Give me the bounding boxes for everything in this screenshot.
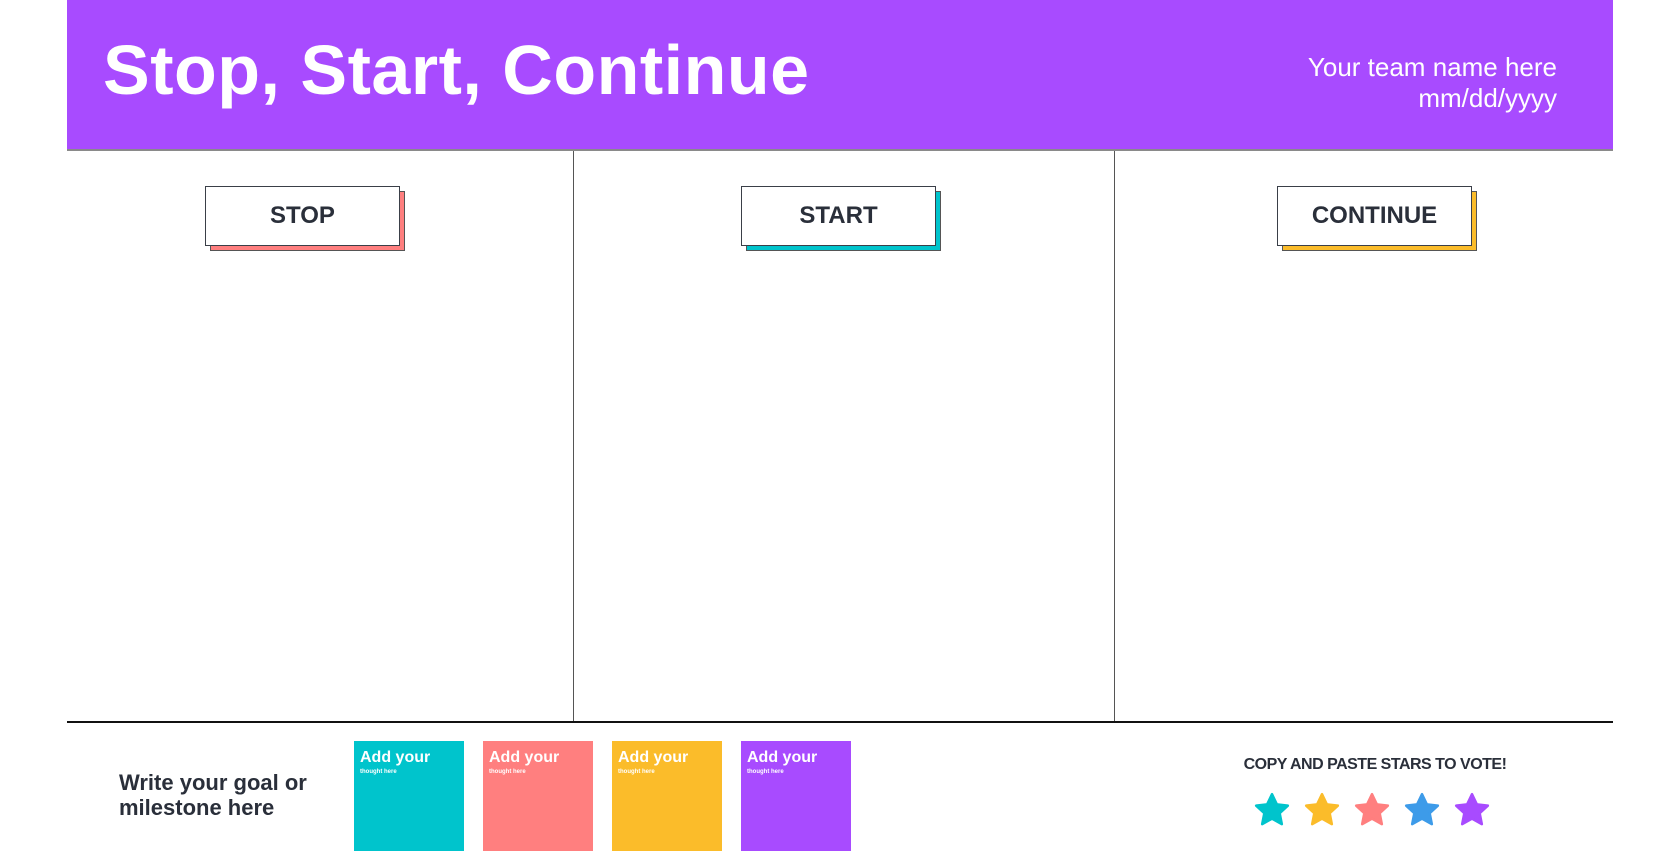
note-title: Add your — [747, 749, 818, 766]
sticky-note[interactable]: Add your thought here — [354, 741, 464, 851]
star-icon[interactable] — [1352, 790, 1392, 830]
page-title[interactable]: Stop, Start, Continue — [103, 30, 810, 110]
star-icon[interactable] — [1452, 790, 1492, 830]
header-banner: Stop, Start, Continue Your team name her… — [67, 0, 1613, 151]
column-label-stop[interactable]: STOP — [205, 186, 400, 246]
column-label-continue[interactable]: CONTINUE — [1277, 186, 1472, 246]
goal-line-2: milestone here — [119, 795, 275, 820]
note-title: Add your — [360, 749, 431, 766]
goal-line-1: Write your goal or — [119, 770, 307, 795]
column-divider — [573, 151, 574, 722]
note-subtitle: thought here — [747, 769, 784, 775]
note-subtitle: thought here — [618, 769, 655, 775]
sticky-note[interactable]: Add your thought here — [483, 741, 593, 851]
note-subtitle: thought here — [489, 769, 526, 775]
goal-text[interactable]: Write your goal or milestone here — [119, 770, 307, 820]
column-continue: CONTINUE — [1277, 186, 1477, 251]
note-subtitle: thought here — [360, 769, 397, 775]
star-icon[interactable] — [1252, 790, 1292, 830]
column-start: START — [741, 186, 941, 251]
date-field[interactable]: mm/dd/yyyy — [1308, 83, 1557, 114]
column-label-start[interactable]: START — [741, 186, 936, 246]
vote-instructions: COPY AND PASTE STARS TO VOTE! — [1243, 756, 1507, 773]
sticky-note[interactable]: Add your thought here — [612, 741, 722, 851]
note-title: Add your — [489, 749, 560, 766]
vote-stars — [1252, 790, 1492, 830]
sticky-note[interactable]: Add your thought here — [741, 741, 851, 851]
star-icon[interactable] — [1302, 790, 1342, 830]
note-title: Add your — [618, 749, 689, 766]
star-icon[interactable] — [1402, 790, 1442, 830]
team-name[interactable]: Your team name here — [1308, 52, 1557, 83]
team-info: Your team name here mm/dd/yyyy — [1308, 52, 1557, 114]
column-divider — [1114, 151, 1115, 722]
board-bottom-divider — [67, 721, 1613, 723]
column-stop: STOP — [205, 186, 405, 251]
